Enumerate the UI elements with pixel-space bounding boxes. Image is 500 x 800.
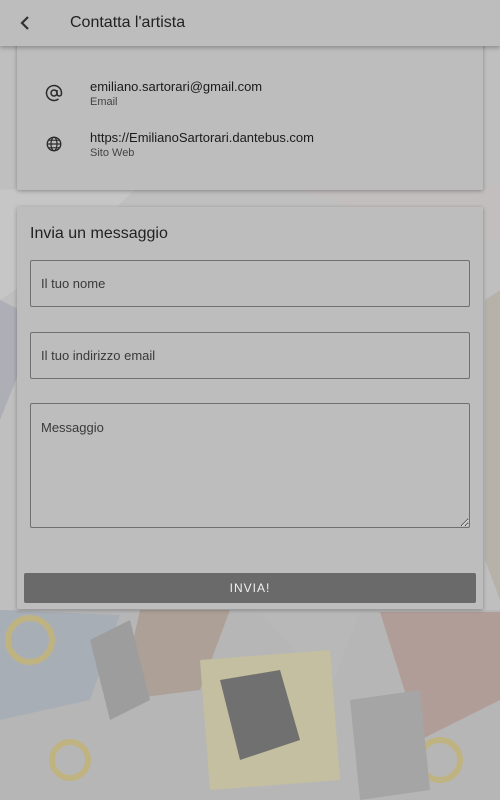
message-field[interactable] [30, 403, 470, 528]
globe-icon [17, 135, 90, 153]
contact-website-value: https://EmilianoSartorari.dantebus.com [90, 129, 314, 145]
contact-email-row[interactable]: emiliano.sartorari@gmail.com Email [17, 73, 483, 113]
contact-email-label: Email [90, 95, 118, 108]
page-title: Contatta l'artista [70, 14, 186, 31]
contact-website-label: Sito Web [90, 146, 135, 159]
contact-email-value: emiliano.sartorari@gmail.com [90, 78, 263, 94]
message-form-card: Invia un messaggio INVIA! [17, 207, 483, 609]
chevron-left-icon [20, 16, 29, 30]
contact-info-card: emiliano.sartorari@gmail.com Email https… [17, 40, 483, 190]
message-form-title: Invia un messaggio [30, 225, 168, 242]
email-field[interactable] [30, 332, 470, 379]
name-field[interactable] [30, 260, 470, 307]
back-button[interactable] [0, 0, 50, 46]
at-sign-icon [17, 84, 90, 102]
app-bar: Contatta l'artista [0, 0, 500, 46]
contact-website-row[interactable]: https://EmilianoSartorari.dantebus.com S… [17, 124, 483, 164]
send-button[interactable]: INVIA! [24, 573, 476, 603]
